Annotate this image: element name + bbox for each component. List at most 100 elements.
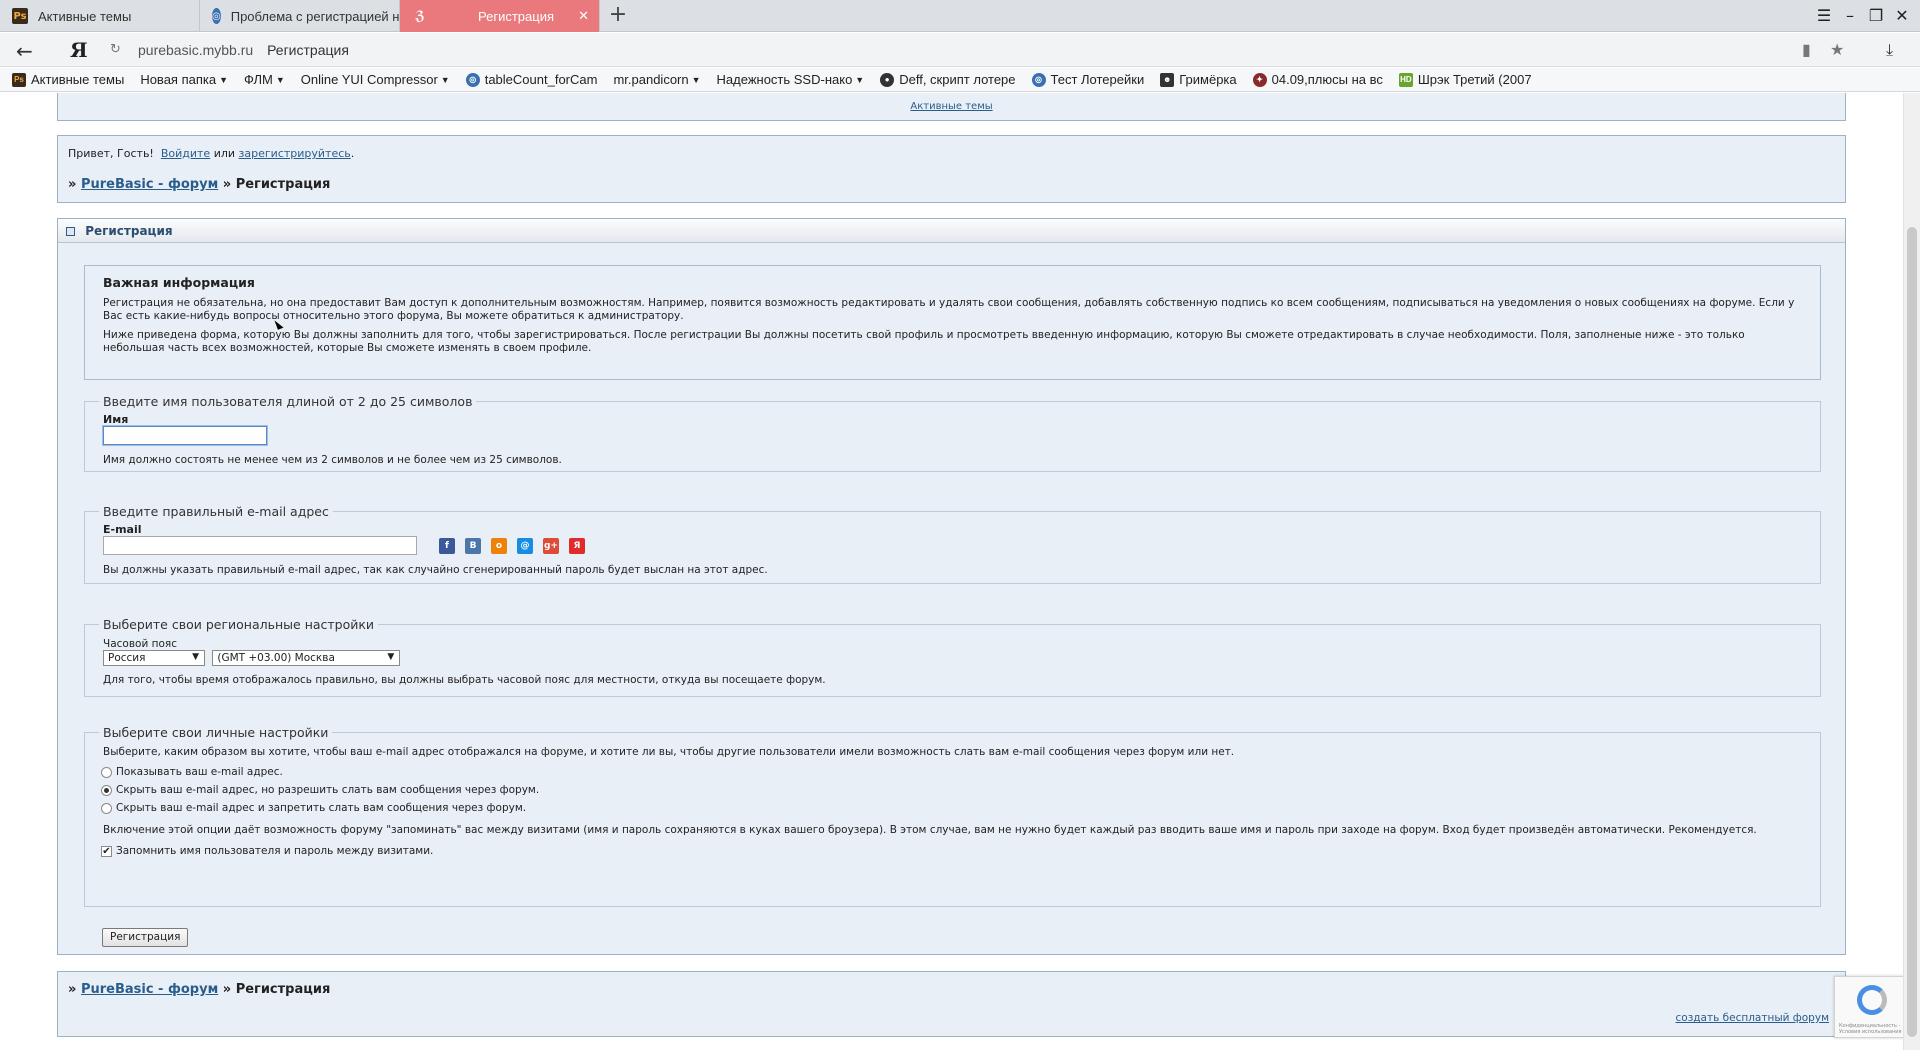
bookmark-item[interactable]: Ps Активные темы [12, 72, 124, 87]
vertical-scrollbar[interactable] [1903, 93, 1920, 1050]
mask-icon: ☻ [1160, 72, 1175, 87]
recaptcha-badge[interactable]: Конфиденциальность - Условия использован… [1834, 976, 1904, 1038]
recaptcha-text: Конфиденциальность - Условия использован… [1839, 1023, 1902, 1035]
radio-button[interactable] [101, 766, 112, 778]
email-fieldset: Введите правильный e-mail адрес E-mail f… [84, 504, 1821, 584]
top-nav-bar: Активные темы [57, 93, 1846, 121]
restore-icon[interactable]: ❐ [1866, 6, 1886, 25]
protect-icon[interactable]: ▮ [1802, 40, 1811, 59]
personal-intro: Выберите, каким образом вы хотите, чтобы… [103, 746, 1235, 758]
timezone-select[interactable]: (GMT +03.00) Москва ▼ [212, 650, 401, 666]
collapse-icon[interactable] [66, 227, 75, 236]
bookmark-item[interactable]: ☻ Гримёрка [1160, 72, 1237, 87]
caret-down-icon: ▼ [192, 652, 199, 662]
url-host: purebasic.mybb.ru [138, 42, 254, 58]
remember-info: Включение этой опции даёт возможность фо… [103, 824, 1757, 836]
tab-registration[interactable]: ℨ Регистрация ✕ [400, 0, 600, 32]
back-arrow-icon[interactable]: ← [16, 39, 33, 63]
free-forum-link[interactable]: создать бесплатный форум [1676, 1012, 1829, 1024]
browser-tab-bar: Ps Активные темы ◎ Проблема с регистраци… [0, 0, 1920, 32]
close-window-icon[interactable]: ✕ [1892, 6, 1912, 25]
recaptcha-icon [1857, 985, 1887, 1015]
personal-fieldset: Выберите свои личные настройки Выберите,… [84, 725, 1821, 907]
scrollbar-thumb[interactable] [1907, 227, 1917, 1037]
caret-down-icon: ▼ [275, 74, 285, 85]
bookmark-item[interactable]: ● Deff, скрипт лотере [880, 72, 1016, 87]
radio-button[interactable] [101, 802, 112, 814]
yandex-icon[interactable]: Я [569, 537, 585, 554]
radio-show-email[interactable]: Показывать ваш e-mail адрес. [101, 766, 1802, 778]
bookmarks-bar: Ps Активные темы Новая папка ▼ ФЛМ ▼ Online… [0, 68, 1920, 92]
email-legend: Введите правильный e-mail адрес [103, 504, 329, 519]
bookmark-folder[interactable]: Надежность SSD-нако ▼ [717, 72, 865, 87]
yandex-icon[interactable]: Я [70, 38, 88, 62]
remember-checkbox[interactable]: ✔ [101, 845, 112, 857]
tab-label: Проблема с регистрацией н [230, 8, 400, 24]
menu-icon[interactable]: ☰ [1814, 6, 1834, 25]
username-label: Имя [103, 413, 129, 426]
bookmark-item[interactable]: HD Шрэк Третий (2007 [1398, 72, 1532, 87]
radio-hide-email-deny[interactable]: Скрыть ваш e-mail адрес и запретить слат… [101, 802, 1802, 814]
email-input[interactable] [103, 536, 417, 555]
bookmark-folder[interactable]: Online YUI Compressor ▼ [301, 72, 450, 87]
tab-label: Активные темы [38, 8, 132, 24]
email-row: f B o @ g+ Я [103, 536, 1802, 555]
bookmark-folder[interactable]: ФЛМ ▼ [244, 72, 285, 87]
caret-down-icon: ▼ [691, 74, 701, 85]
username-fieldset: Введите имя пользователя длиной от 2 до … [84, 394, 1821, 472]
minimize-icon[interactable]: – [1840, 6, 1860, 25]
caret-down-icon: ▼ [387, 652, 395, 662]
download-icon[interactable]: ⤓ [1886, 40, 1893, 60]
breadcrumb-home-link[interactable]: PureBasic - форум [81, 177, 218, 192]
caret-down-icon: ▼ [440, 74, 450, 85]
url-field[interactable]: purebasic.mybb.ru Регистрация [138, 42, 349, 58]
country-select[interactable]: Россия ▼ [103, 650, 205, 666]
mailru-icon[interactable]: @ [517, 537, 533, 554]
reload-icon[interactable]: ↻ [110, 42, 121, 57]
tab-active-topics[interactable]: Ps Активные темы [0, 0, 200, 32]
remember-row[interactable]: ✔ Запомнить имя пользователя и пароль ме… [101, 845, 1802, 857]
breadcrumb: » PureBasic - форум » Регистрация [68, 177, 331, 192]
email-label: E-mail [103, 523, 142, 536]
site-icon: ℨ [415, 8, 425, 24]
caret-down-icon: ▼ [219, 74, 229, 85]
googleplus-icon[interactable]: g+ [543, 537, 559, 554]
bookmark-item[interactable]: ✦ 04.09,плюсы на вс [1252, 72, 1383, 87]
username-input[interactable] [103, 426, 267, 445]
bookmark-folder[interactable]: mr.pandicorn ▼ [613, 72, 700, 87]
active-topics-link[interactable]: Активные темы [910, 101, 992, 112]
new-tab-button[interactable]: + [606, 4, 630, 28]
register-link[interactable]: зарегистрируйтесь [239, 147, 351, 160]
facebook-icon[interactable]: f [439, 537, 455, 554]
info-paragraph: Регистрация не обязательна, но она предо… [103, 297, 1795, 322]
vkontakte-icon[interactable]: B [465, 537, 481, 554]
info-title: Важная информация [103, 275, 255, 290]
bookmark-star-icon[interactable]: ★ [1830, 40, 1844, 59]
important-info: Важная информация Регистрация не обязате… [84, 265, 1821, 380]
login-link[interactable]: Войдите [161, 147, 210, 160]
hd-icon: HD [1398, 72, 1413, 87]
close-tab-icon[interactable]: ✕ [578, 8, 589, 24]
breadcrumb-current: Регистрация [235, 177, 331, 192]
registration-panel: Регистрация Важная информация Регистраци… [57, 218, 1846, 955]
photoshop-icon: Ps [12, 72, 26, 87]
bookmark-item[interactable]: ◎ Тест Лотерейки [1031, 72, 1144, 87]
bookmark-item[interactable]: ◎ tableCount_forCam [465, 72, 597, 87]
timezone-label: Часовой пояс [103, 638, 177, 650]
game-icon: ✦ [1252, 72, 1267, 87]
dd-icon: ● [880, 72, 895, 87]
radio-hide-email-allow[interactable]: Скрыть ваш e-mail адрес, но разрешить сл… [101, 784, 1802, 796]
bookmark-folder[interactable]: Новая папка ▼ [140, 72, 228, 87]
globe-icon: ◎ [465, 72, 480, 87]
tab-label: Регистрация [478, 8, 554, 24]
register-button[interactable]: Регистрация [102, 928, 189, 947]
greeting: Привет, Гость! Войдите или зарегистрируй… [68, 147, 355, 160]
odnoklassniki-icon[interactable]: o [491, 537, 507, 554]
photoshop-icon: Ps [12, 8, 28, 24]
username-legend: Введите имя пользователя длиной от 2 до … [103, 394, 473, 409]
page-content: Активные темы Привет, Гость! Войдите или… [0, 93, 1903, 1050]
tab-registration-problem[interactable]: ◎ Проблема с регистрацией н [200, 0, 400, 32]
breadcrumb-home-link[interactable]: PureBasic - форум [81, 982, 218, 997]
info-paragraph: Ниже приведена форма, которую Вы должны … [103, 329, 1745, 354]
radio-button[interactable] [101, 784, 112, 796]
